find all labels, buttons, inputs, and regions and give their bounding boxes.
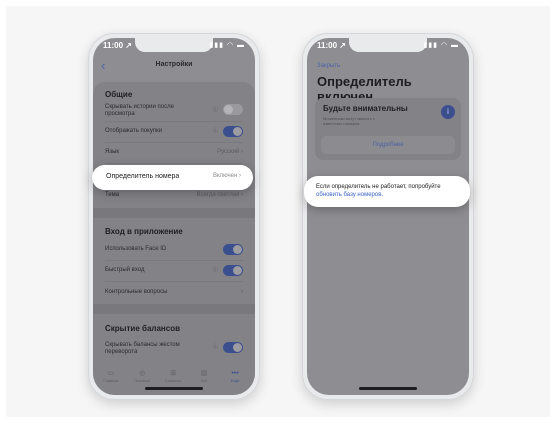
divider xyxy=(105,260,243,261)
navigation-bar: ‹ Настройки xyxy=(93,56,255,80)
chevron-right-icon[interactable]: › xyxy=(241,289,243,295)
settings-list: Общие Скрывать истории после просмотра ⓘ… xyxy=(93,82,255,395)
tab-payments[interactable]: ◎ Платежи xyxy=(128,369,156,383)
tab-label: Сервисы xyxy=(164,378,182,383)
warning-title: Будьте внимательны xyxy=(323,104,408,113)
tab-label: Платежи xyxy=(133,378,151,383)
section-separator xyxy=(93,208,255,218)
more-icon: ••• xyxy=(231,370,239,377)
payments-icon: ◎ xyxy=(138,370,146,377)
caller-id-hint-callout: Если определитель не работает, попробуйт… xyxy=(304,176,470,207)
tab-label: Ещё xyxy=(230,378,240,383)
section-title-login: Вход в приложение xyxy=(105,227,183,236)
section-title-hidden-balances: Скрытие балансов xyxy=(105,324,181,333)
row-face-id-label: Использовать Face ID xyxy=(105,246,167,252)
row-quick-login-label: Быстрый вход xyxy=(105,267,145,273)
chat-icon: ▤ xyxy=(200,370,208,377)
status-time: 11:00 ↗ xyxy=(103,41,132,50)
row-theme-label: Тема xyxy=(105,192,120,198)
row-language-value[interactable]: Русский › xyxy=(217,149,243,155)
row-show-purchases-label: Отображать покупки xyxy=(105,128,163,134)
phone-notch xyxy=(349,38,427,52)
toggle-face-id[interactable] xyxy=(223,244,243,255)
section-separator xyxy=(93,304,255,314)
close-button[interactable]: Закрыть xyxy=(317,63,340,69)
section-title-general: Общие xyxy=(105,90,133,99)
page-title: Настройки xyxy=(155,61,193,68)
toggle-quick-login[interactable] xyxy=(223,265,243,276)
phone-caller-id: 11:00 ↗ ▮▮▮ ◠ ▬ Закрыть Определитель вкл… xyxy=(302,33,474,400)
toggle-hide-by-flip[interactable] xyxy=(223,342,243,353)
warning-card: Будьте внимательны Мошенники могут звони… xyxy=(315,98,461,160)
info-icon[interactable]: ⓘ xyxy=(212,344,219,351)
warning-subtitle: Мошенники могут звонить с известных номе… xyxy=(323,116,375,126)
language-value: Русский xyxy=(217,149,240,155)
row-hide-stories-label: Скрывать истории после просмотра xyxy=(105,104,174,117)
info-icon[interactable]: ⓘ xyxy=(212,107,219,114)
tab-more[interactable]: ••• Ещё xyxy=(221,370,249,383)
services-icon: ⊞ xyxy=(170,370,176,377)
divider xyxy=(105,163,243,164)
tab-home[interactable]: ▭ Главная xyxy=(97,369,125,383)
caller-id-row-highlight[interactable]: Определитель номера Включен › xyxy=(92,165,253,190)
info-icon[interactable]: ⓘ xyxy=(212,267,219,274)
tab-label: Чат xyxy=(200,378,208,383)
divider xyxy=(105,121,243,122)
caller-id-value: Включен › xyxy=(212,173,241,179)
tab-services[interactable]: ⊞ Сервисы xyxy=(159,369,187,383)
home-indicator xyxy=(359,387,417,390)
status-icons: ▮▮▮ ◠ ▬ xyxy=(423,42,459,49)
row-theme-value[interactable]: Всегда светлая › xyxy=(197,192,243,198)
divider xyxy=(105,142,243,143)
more-details-button[interactable]: Подробнее xyxy=(321,136,455,154)
status-time: 11:00 ↗ xyxy=(317,41,346,50)
phone-settings: 11:00 ↗ ▮▮▮ ◠ ▬ ‹ Настройки Общие Скрыва… xyxy=(88,33,260,400)
tab-chat[interactable]: ▤ Чат xyxy=(190,369,218,383)
caller-id-label: Определитель номера xyxy=(106,173,180,180)
row-language-label: Язык xyxy=(105,149,120,155)
tab-bar: ▭ Главная ◎ Платежи ⊞ Сервисы ▤ Чат ••• Ещё xyxy=(93,365,255,383)
update-database-link[interactable]: обновить базу номеров. xyxy=(316,192,383,198)
theme-value: Всегда светлая xyxy=(196,192,240,198)
toggle-hide-stories[interactable] xyxy=(223,104,243,115)
caller-id-screen: 11:00 ↗ ▮▮▮ ◠ ▬ Закрыть Определитель вкл… xyxy=(307,38,469,395)
row-hide-by-flip-label: Скрывать балансы жестом переворота xyxy=(105,342,180,355)
status-icons: ▮▮▮ ◠ ▬ xyxy=(209,42,245,49)
phone-notch xyxy=(135,38,213,52)
callout-text: Если определитель не работает, попробуйт… xyxy=(316,183,462,199)
row-security-questions-label: Контрольные вопросы xyxy=(105,289,168,295)
info-icon: i xyxy=(441,105,455,119)
home-indicator xyxy=(145,387,203,390)
toggle-show-purchases[interactable] xyxy=(223,126,243,137)
info-icon[interactable]: ⓘ xyxy=(212,128,219,135)
callout-message: Если определитель не работает, попробуйт… xyxy=(316,184,441,190)
divider xyxy=(105,281,243,282)
home-icon: ▭ xyxy=(107,370,115,377)
settings-screen: 11:00 ↗ ▮▮▮ ◠ ▬ ‹ Настройки Общие Скрыва… xyxy=(93,38,255,395)
tab-label: Главная xyxy=(103,378,119,383)
caller-id-status: Включен xyxy=(212,173,238,179)
